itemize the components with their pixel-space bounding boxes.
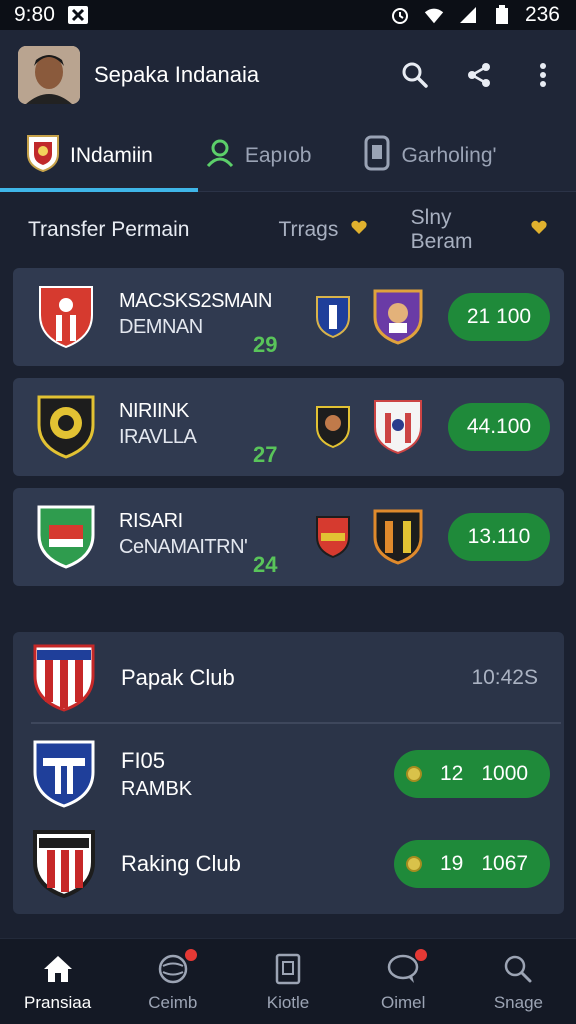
club-pill-value: 1000 bbox=[481, 762, 529, 785]
player-name: NIRIINK bbox=[119, 400, 189, 422]
to-club-badge-icon bbox=[374, 400, 422, 455]
from-club-badge-icon bbox=[316, 406, 350, 449]
home-icon bbox=[40, 951, 76, 987]
tab-label: Eapıob bbox=[244, 143, 312, 167]
signal-icon bbox=[457, 5, 479, 25]
club-row[interactable]: Raking Club 19 1067 bbox=[13, 818, 564, 910]
from-club-badge-icon bbox=[316, 296, 350, 339]
club-name: Raking Club bbox=[121, 851, 241, 876]
transfer-card[interactable]: MACSKS2SMAIN DEMNAN 29 21 100 bbox=[13, 268, 564, 366]
app-title: Sepaka Indanaia bbox=[94, 62, 260, 87]
coin-icon bbox=[406, 856, 422, 872]
subtab-label: Transfer Permain bbox=[28, 218, 190, 241]
nav-item-oimel[interactable]: Oimel bbox=[346, 939, 461, 1024]
nav-item-snage[interactable]: Snage bbox=[461, 939, 576, 1024]
tab-garholing[interactable]: Garholing' bbox=[337, 120, 522, 191]
chat-icon bbox=[385, 948, 428, 987]
heart-icon bbox=[530, 218, 548, 242]
battery-icon bbox=[491, 5, 513, 25]
status-time: 9:80 bbox=[14, 3, 55, 26]
nav-item-pransiaa[interactable]: Pransiaa bbox=[0, 939, 115, 1024]
wifi-icon bbox=[423, 5, 445, 25]
from-club-badge-icon bbox=[316, 516, 350, 559]
to-club-badge-icon bbox=[373, 289, 423, 345]
club-crest-icon bbox=[37, 394, 95, 460]
share-icon[interactable] bbox=[464, 60, 494, 90]
club-crest-icon bbox=[33, 740, 95, 808]
nav-label: Ceimb bbox=[148, 992, 198, 1012]
app-bar: Sepaka Indanaia bbox=[0, 30, 576, 120]
player-sub: IRAVLLA bbox=[119, 426, 197, 448]
club-crest-icon bbox=[33, 830, 95, 898]
subtab-label: Trrags bbox=[278, 218, 339, 241]
club-value-button[interactable]: 12 1000 bbox=[394, 750, 550, 798]
subtab-trrags[interactable]: Trrags bbox=[236, 218, 410, 242]
ball-icon bbox=[155, 948, 197, 987]
tab-label: INdamiin bbox=[70, 143, 153, 167]
transfer-card[interactable]: RISARI CeNAMAITRN' 24 13.110 bbox=[13, 488, 564, 586]
club-time: 10:42S bbox=[471, 666, 538, 689]
status-bar: 9:80 236 bbox=[0, 0, 576, 30]
notification-x-icon bbox=[67, 5, 89, 25]
club-crest-icon bbox=[37, 504, 95, 570]
club-crest-icon bbox=[33, 644, 95, 712]
heart-icon bbox=[350, 218, 368, 242]
search-icon bbox=[500, 951, 536, 987]
club-name-line2: RAMBK bbox=[121, 777, 193, 800]
club-name: Papak Club bbox=[121, 665, 235, 690]
player-number: 29 bbox=[253, 332, 278, 357]
nav-label: Kiotle bbox=[266, 992, 310, 1012]
bottom-nav: Pransiaa Ceimb Kiotle Oimel Snage bbox=[0, 938, 576, 1024]
club-pill-count: 19 bbox=[440, 852, 464, 875]
nav-label: Oimel bbox=[381, 992, 426, 1012]
search-icon[interactable] bbox=[400, 60, 430, 90]
club-pill-value: 1067 bbox=[481, 852, 529, 875]
phone-badge-icon bbox=[363, 135, 391, 177]
divider bbox=[31, 722, 561, 724]
transfer-card[interactable]: NIRIINK IRAVLLA 27 44.100 bbox=[13, 378, 564, 476]
transfer-value-button[interactable]: 44.100 bbox=[448, 403, 550, 451]
avatar[interactable] bbox=[18, 46, 80, 104]
club-row[interactable]: FI05 RAMBK 12 1000 bbox=[13, 728, 564, 820]
tab-label: Garholing' bbox=[401, 143, 497, 167]
alarm-icon bbox=[389, 5, 411, 25]
player-name: RISARI bbox=[119, 510, 183, 532]
club-name-line1: FI05 bbox=[121, 747, 166, 773]
tab-indamiin[interactable]: INdamiin bbox=[0, 120, 198, 192]
subtab-slny-beram[interactable]: Slny Beram bbox=[411, 206, 548, 254]
club-pill-count: 12 bbox=[440, 762, 464, 785]
tab-bar: INdamiin Eapıob Garholing' bbox=[0, 120, 576, 192]
club-row[interactable]: Papak Club 10:42S bbox=[13, 632, 564, 724]
club-name: FI05 RAMBK bbox=[121, 748, 394, 801]
player-name: MACSKS2SMAIN bbox=[119, 290, 272, 312]
club-list-panel: Papak Club 10:42S FI05 RAMBK 12 1000 Rak… bbox=[13, 632, 564, 914]
more-vert-icon[interactable] bbox=[528, 60, 558, 90]
notification-badge bbox=[415, 948, 428, 961]
nav-label: Snage bbox=[493, 992, 543, 1012]
coin-icon bbox=[406, 766, 422, 782]
transfer-value-button[interactable]: 13.110 bbox=[448, 513, 550, 561]
tab-eapiob[interactable]: Eapıob bbox=[179, 120, 338, 191]
player-sub: CeNAMAITRN' bbox=[119, 536, 248, 558]
nav-item-kiotle[interactable]: Kiotle bbox=[230, 939, 345, 1024]
subtab-transfer-permain[interactable]: Transfer Permain bbox=[28, 218, 236, 242]
person-icon bbox=[205, 138, 235, 174]
card-icon bbox=[270, 951, 306, 987]
transfer-value-button[interactable]: 21 100 bbox=[448, 293, 550, 341]
notification-badge bbox=[184, 948, 197, 961]
club-value-button[interactable]: 19 1067 bbox=[394, 840, 550, 888]
to-club-badge-icon bbox=[373, 509, 423, 565]
status-battery-text: 236 bbox=[524, 3, 560, 26]
nav-item-ceimb[interactable]: Ceimb bbox=[115, 939, 230, 1024]
player-sub: DEMNAN bbox=[119, 316, 203, 338]
player-number: 27 bbox=[253, 442, 278, 467]
subtab-label: Slny Beram bbox=[410, 206, 473, 253]
player-number: 24 bbox=[253, 552, 278, 577]
nav-label: Pransiaa bbox=[24, 992, 92, 1012]
club-crest-icon bbox=[26, 134, 60, 178]
club-crest-icon bbox=[37, 284, 95, 350]
subtab-bar: Transfer Permain Trrags Slny Beram bbox=[0, 205, 576, 255]
